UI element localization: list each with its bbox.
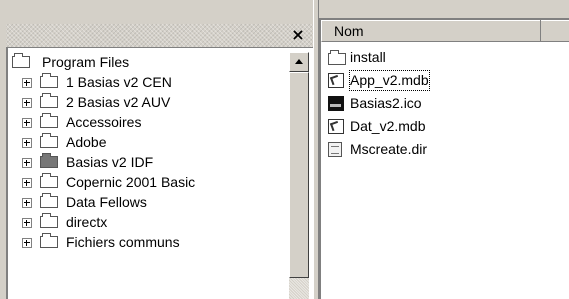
- tree-item-fichiers-communs[interactable]: Fichiers communs: [8, 232, 288, 252]
- expand-icon[interactable]: [22, 198, 32, 208]
- expand-icon[interactable]: [22, 218, 32, 228]
- tree-item-label: Data Fellows: [66, 194, 147, 210]
- folder-icon: [328, 50, 346, 65]
- tree-vertical-scrollbar[interactable]: [289, 52, 309, 299]
- file-item-install[interactable]: install: [324, 46, 564, 69]
- folder-icon: [40, 113, 58, 128]
- tree-item-label: Program Files: [42, 54, 130, 70]
- folder-icon: [40, 133, 58, 148]
- folder-icon: [40, 233, 58, 248]
- access-db-icon: [328, 73, 344, 88]
- tree-item-label: Fichiers communs: [66, 234, 180, 250]
- folder-open-icon: [12, 53, 30, 68]
- access-db-icon: [328, 119, 344, 134]
- tree-item-basias-v2-idf[interactable]: Basias v2 IDF: [8, 152, 288, 172]
- file-item-basias2-ico[interactable]: Basias2.ico: [324, 92, 564, 115]
- file-name: Mscreate.dir: [350, 141, 428, 157]
- tree-item-label: Accessoires: [66, 114, 142, 130]
- file-item-app-v2-mdb[interactable]: App_v2.mdb: [324, 69, 564, 92]
- tree-item-program-files[interactable]: Program Files: [8, 52, 288, 72]
- column-header-divider[interactable]: [540, 20, 541, 42]
- file-list: install App_v2.mdb Basias2.ico Dat_v2.md…: [324, 46, 564, 161]
- file-item-dat-v2-mdb[interactable]: Dat_v2.mdb: [324, 115, 564, 138]
- scroll-up-arrow-icon[interactable]: [289, 52, 309, 72]
- folder-icon: [40, 93, 58, 108]
- folder-icon: [40, 73, 58, 88]
- expand-icon[interactable]: [22, 178, 32, 188]
- expand-icon[interactable]: [22, 78, 32, 88]
- file-name: Dat_v2.mdb: [350, 118, 426, 134]
- expand-icon[interactable]: [22, 118, 32, 128]
- system-file-icon: [328, 142, 342, 157]
- expand-icon[interactable]: [22, 98, 32, 108]
- tree-item-adobe[interactable]: Adobe: [8, 132, 288, 152]
- column-header-name[interactable]: Nom: [321, 20, 569, 42]
- folder-icon: [40, 193, 58, 208]
- tree-item-label: Basias v2 IDF: [66, 154, 154, 170]
- file-name: Basias2.ico: [350, 95, 422, 111]
- tree-item-label: Adobe: [66, 134, 107, 150]
- tree-item-2-basias-v2-auv[interactable]: 2 Basias v2 AUV: [8, 92, 288, 112]
- tree-item-copernic-2001-basic[interactable]: Copernic 2001 Basic: [8, 172, 288, 192]
- tree-pane-header: ×: [6, 24, 313, 48]
- expand-icon[interactable]: [22, 138, 32, 148]
- close-icon[interactable]: ×: [289, 24, 307, 46]
- tree-item-1-basias-v2-cen[interactable]: 1 Basias v2 CEN: [8, 72, 288, 92]
- scrollbar-thumb[interactable]: [289, 72, 309, 278]
- expand-icon[interactable]: [22, 158, 32, 168]
- tree-item-label: 2 Basias v2 AUV: [66, 94, 171, 110]
- shared-folder-icon: [40, 153, 58, 168]
- folder-icon: [40, 213, 58, 228]
- tree-item-label: Copernic 2001 Basic: [66, 174, 196, 190]
- file-name: App_v2.mdb: [348, 69, 431, 92]
- tree-item-data-fellows[interactable]: Data Fellows: [8, 192, 288, 212]
- tree-item-label: 1 Basias v2 CEN: [66, 74, 172, 90]
- folder-icon: [40, 173, 58, 188]
- file-name: install: [350, 49, 386, 65]
- tree-item-label: directx: [66, 214, 108, 230]
- folder-tree: Program Files 1 Basias v2 CEN 2 Basias v…: [8, 52, 288, 252]
- expand-icon[interactable]: [22, 238, 32, 248]
- tree-item-directx[interactable]: directx: [8, 212, 288, 232]
- tree-item-accessoires[interactable]: Accessoires: [8, 112, 288, 132]
- image-icon: [328, 96, 344, 111]
- file-item-mscreate-dir[interactable]: Mscreate.dir: [324, 138, 564, 161]
- explorer-window: × Program Files 1 Basias v2 CEN 2 Basias…: [0, 0, 569, 299]
